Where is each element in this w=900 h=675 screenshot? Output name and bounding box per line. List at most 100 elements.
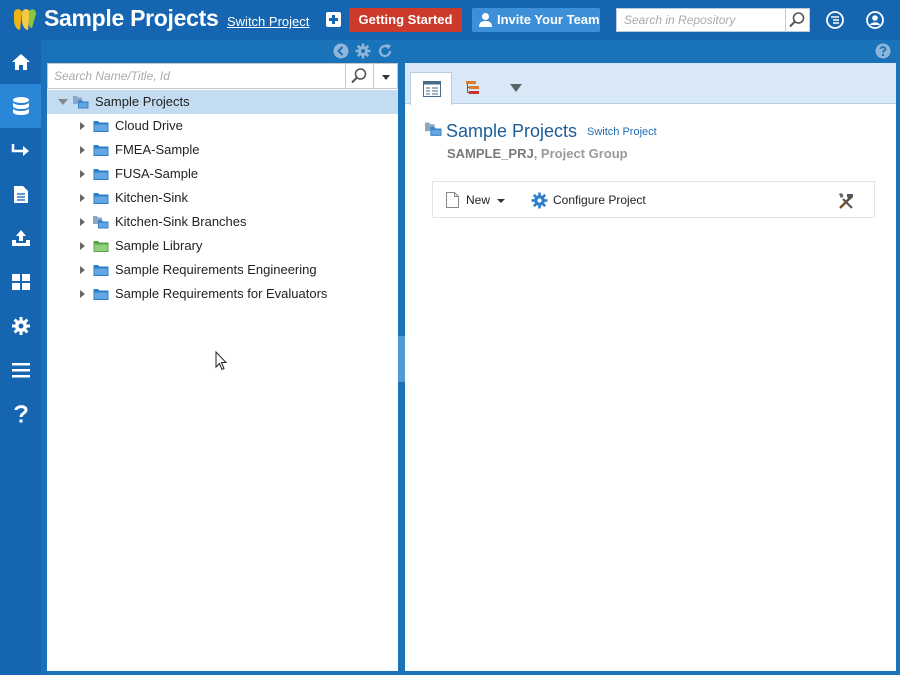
- tree-panel-toolbar: [41, 40, 400, 64]
- detail-tabbar: [405, 63, 896, 105]
- user-icon: [479, 13, 492, 27]
- project-id: SAMPLE_PRJ: [447, 146, 534, 161]
- expand-toggle-icon[interactable]: [80, 242, 85, 250]
- nav-repository[interactable]: [0, 84, 41, 128]
- tree-item-label: Cloud Drive: [115, 118, 183, 133]
- tree-item-label: Sample Requirements Engineering: [115, 262, 317, 277]
- folder-blue-icon: [93, 289, 109, 300]
- project-group-icon: [73, 96, 89, 109]
- new-button[interactable]: New: [446, 191, 506, 211]
- expand-toggle-icon[interactable]: [80, 170, 85, 178]
- help-circle-icon[interactable]: [875, 43, 891, 59]
- notifications-icon[interactable]: [825, 10, 845, 30]
- project-toolbar: New Configure Project: [432, 181, 875, 218]
- switch-project-link[interactable]: Switch Project: [227, 14, 309, 29]
- project-type: , Project Group: [533, 146, 628, 161]
- home-icon: [11, 54, 30, 70]
- tree-item[interactable]: Sample Library: [47, 234, 398, 258]
- tree-search-button[interactable]: [346, 63, 374, 89]
- project-detail-panel: Sample Projects Switch Project SAMPLE_PR…: [405, 63, 896, 671]
- expand-toggle-icon[interactable]: [80, 146, 85, 154]
- help-icon: [14, 405, 28, 423]
- tab-overview[interactable]: [410, 72, 452, 105]
- app-title: Sample Projects: [44, 5, 219, 31]
- folder-group-icon: [93, 216, 109, 229]
- tree-item-label: Sample Library: [115, 238, 203, 253]
- getting-started-button[interactable]: Getting Started: [349, 8, 462, 32]
- tree-item[interactable]: FUSA-Sample: [47, 162, 398, 186]
- refresh-icon[interactable]: [377, 43, 393, 59]
- tree-item[interactable]: Kitchen-Sink: [47, 186, 398, 210]
- new-button-label: New: [466, 193, 491, 207]
- folder-blue-icon: [93, 121, 109, 132]
- folder-blue-icon: [93, 145, 109, 156]
- folder-blue-icon: [93, 193, 109, 204]
- tools-icon[interactable]: [836, 191, 856, 211]
- nav-menu[interactable]: [0, 348, 41, 392]
- project-group-icon: [425, 122, 442, 136]
- tree-item-label: FUSA-Sample: [115, 166, 199, 181]
- project-subtitle: SAMPLE_PRJ, Project Group: [447, 146, 628, 161]
- gear-icon: [531, 192, 548, 209]
- nav-home[interactable]: [0, 40, 41, 84]
- tree-item-label: Sample Requirements for Evaluators: [115, 286, 328, 301]
- project-tree-panel: Sample Projects Cloud Drive FMEA-Sample FU…: [47, 63, 398, 671]
- nav-help[interactable]: [0, 392, 41, 436]
- app-logo: [14, 9, 36, 30]
- tree-root-label: Sample Projects: [95, 94, 190, 109]
- nav-settings[interactable]: [0, 304, 41, 348]
- more-tabs-chevron-icon[interactable]: [510, 84, 522, 92]
- nav-dashboard[interactable]: [0, 260, 41, 304]
- tree-item[interactable]: Sample Requirements for Evaluators: [47, 282, 398, 306]
- tree-item[interactable]: Kitchen-Sink Branches: [47, 210, 398, 234]
- nav-trace[interactable]: [0, 128, 41, 172]
- expand-toggle-icon[interactable]: [80, 266, 85, 274]
- account-icon[interactable]: [865, 10, 885, 30]
- folder-blue-icon: [93, 169, 109, 180]
- left-navigation: [0, 40, 41, 675]
- search-icon[interactable]: [786, 8, 810, 32]
- add-icon[interactable]: [326, 12, 341, 27]
- expand-toggle-icon[interactable]: [80, 290, 85, 298]
- tree-item[interactable]: Cloud Drive: [47, 114, 398, 138]
- chevron-down-icon: [497, 198, 506, 203]
- grid-icon: [11, 274, 30, 290]
- configure-project-button[interactable]: Configure Project: [531, 191, 646, 211]
- chevron-down-icon: [382, 75, 390, 80]
- invite-team-label: Invite Your Team: [497, 12, 600, 27]
- nav-documents[interactable]: [0, 172, 41, 216]
- expand-toggle-icon[interactable]: [80, 218, 85, 226]
- tree-root-item[interactable]: Sample Projects: [47, 90, 398, 114]
- settings-icon[interactable]: [355, 43, 371, 59]
- tree-item[interactable]: Sample Requirements Engineering: [47, 258, 398, 282]
- project-title: Sample Projects: [446, 121, 578, 141]
- tree-item-label: FMEA-Sample: [115, 142, 200, 157]
- tree-search-input[interactable]: [47, 63, 346, 89]
- tree-item-label: Kitchen-Sink: [115, 190, 188, 205]
- invite-team-button[interactable]: Invite Your Team: [472, 8, 600, 32]
- detail-panel-toolbar: [405, 40, 900, 64]
- collapse-panel-icon[interactable]: [333, 43, 349, 59]
- expand-toggle-icon[interactable]: [58, 99, 68, 105]
- folder-blue-icon: [93, 265, 109, 276]
- repository-search-input[interactable]: [616, 8, 786, 32]
- search-icon: [351, 68, 367, 84]
- new-document-icon: [446, 192, 459, 208]
- expand-toggle-icon[interactable]: [80, 122, 85, 130]
- tree-item-label: Kitchen-Sink Branches: [115, 214, 247, 229]
- upload-icon: [11, 230, 30, 246]
- top-bar: Sample Projects Switch Project Getting S…: [0, 0, 900, 40]
- menu-icon: [11, 363, 30, 378]
- tree-search-options[interactable]: [374, 63, 398, 89]
- document-icon: [13, 185, 28, 203]
- nav-import[interactable]: [0, 216, 41, 260]
- switch-project-link[interactable]: Switch Project: [587, 126, 657, 138]
- tab-tree[interactable]: [453, 72, 495, 104]
- tree-structure-icon: [466, 81, 479, 94]
- folder-green-icon: [93, 241, 109, 252]
- tree-item[interactable]: FMEA-Sample: [47, 138, 398, 162]
- overview-icon: [423, 81, 441, 97]
- mouse-cursor: [215, 351, 228, 371]
- splitter-handle[interactable]: [398, 336, 405, 382]
- expand-toggle-icon[interactable]: [80, 194, 85, 202]
